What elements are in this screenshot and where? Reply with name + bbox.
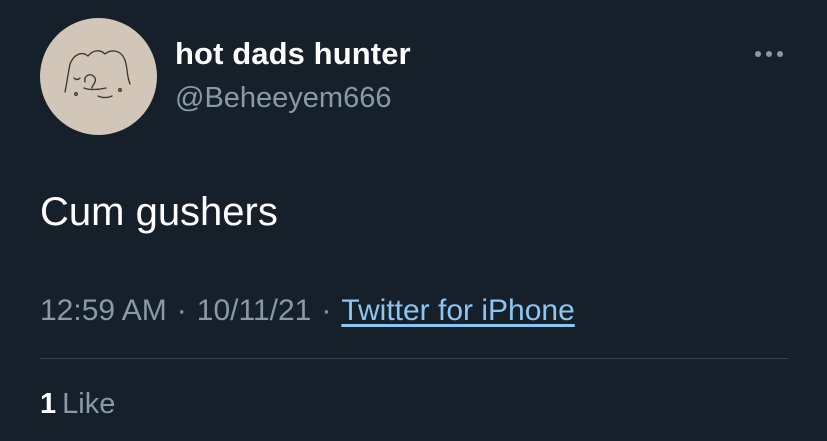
user-handle[interactable]: @Beheeyem666 [175, 82, 391, 115]
tweet-text: Cum gushers [40, 190, 278, 234]
likes-label: Like [62, 388, 116, 420]
avatar[interactable] [40, 18, 157, 135]
likes-count: 1 [40, 388, 57, 420]
tweet-source-link[interactable]: Twitter for iPhone [341, 294, 574, 327]
more-horizontal-icon [766, 51, 772, 57]
divider [40, 358, 788, 359]
display-name[interactable]: hot dads hunter [175, 36, 411, 72]
tweet-metadata: 12:59 AM · 10/11/21 · Twitter for iPhone [40, 294, 575, 328]
doodle-face-icon [64, 50, 131, 99]
meta-separator: · [321, 294, 332, 327]
tweet-card: hot dads hunter @Beheeyem666 Cum gushers… [0, 0, 827, 441]
meta-separator: · [176, 294, 187, 327]
more-options-button[interactable] [749, 44, 789, 64]
tweet-time[interactable]: 12:59 AM [40, 294, 167, 327]
likes-stat[interactable]: 1 Like [40, 388, 115, 421]
more-horizontal-icon [755, 51, 761, 57]
tweet-date[interactable]: 10/11/21 [197, 294, 312, 327]
more-horizontal-icon [777, 51, 783, 57]
